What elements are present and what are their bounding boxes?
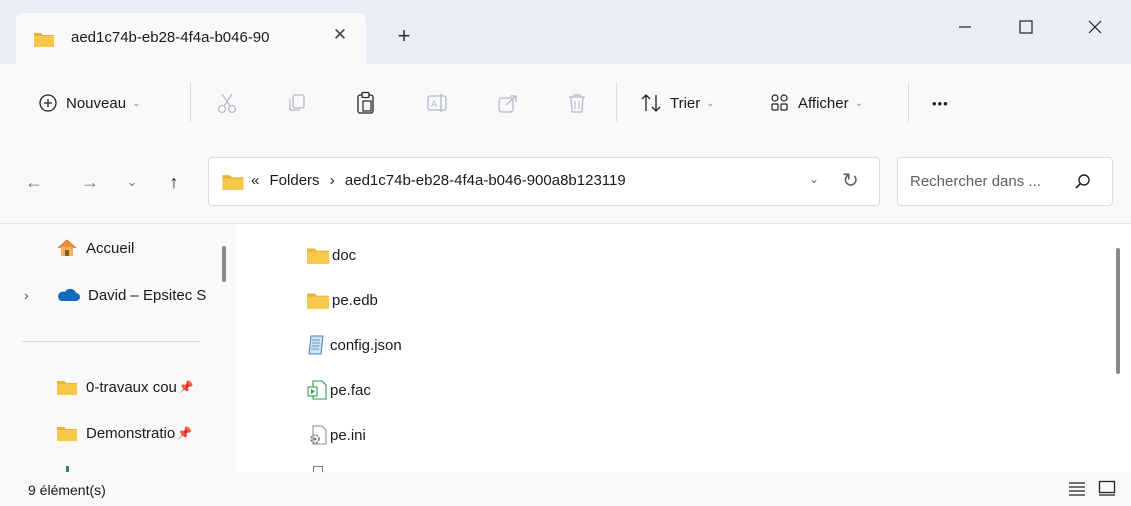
folder-icon [57,427,77,441]
list-item-file[interactable]: pe.fac [306,373,371,407]
copy-button[interactable] [286,64,308,142]
toolbar-divider [616,82,617,122]
file-name: pe.fac [330,381,371,399]
cloud-icon [58,288,80,301]
sidebar-item-label: David – Epsitec S [88,286,207,304]
sidebar-item-label: Accueil [86,239,135,257]
new-button[interactable]: Nouveau ⌄ [38,64,140,142]
tab-close-icon[interactable]: ✕ [328,23,352,47]
folder-icon [33,30,55,53]
view-grid-icon [771,94,788,111]
list-item-file[interactable]: pe.ini [306,418,366,452]
new-button-label: Nouveau [66,94,127,112]
sidebar-divider [22,341,200,342]
item-count: 9 élément(s) [28,482,106,498]
maximize-button[interactable] [1003,10,1049,44]
toolbar-divider [908,82,909,122]
sort-button[interactable]: Trier ⌄ [640,64,715,142]
json-file-icon [308,335,324,355]
plus-circle-icon [39,94,57,112]
tab-title: aed1c74b-eb28-4f4a-b046-90 [71,29,270,46]
chevron-down-icon: ⌄ [132,97,141,109]
settings-file-icon [310,425,327,445]
file-name: pe.ini [330,426,366,444]
folder-icon [221,172,245,196]
scissors-icon [217,93,237,114]
delete-button[interactable] [566,64,588,142]
chevron-down-icon: ⌄ [706,97,715,109]
share-button[interactable] [497,64,519,142]
recent-chevron-icon[interactable]: ⌄ [118,168,146,196]
sort-icon [641,94,661,112]
address-row: ← → ⌄ ↑ « Folders › aed1c74b-eb28-4f4a-b… [0,142,1131,224]
rename-button[interactable]: A [426,64,448,142]
home-icon [57,239,77,256]
share-icon [498,95,517,113]
back-arrow-icon[interactable]: ← [20,168,48,196]
search-icon [1074,173,1092,196]
navigation-pane-scrollbar[interactable] [222,246,226,282]
sort-label: Trier [670,94,701,112]
navigation-pane: Accueil › David – Epsitec S 0-travaux co… [0,224,236,472]
up-arrow-icon[interactable]: ↑ [160,168,188,196]
paste-button[interactable] [355,64,377,142]
cut-button[interactable] [216,64,238,142]
new-tab-button[interactable]: + [390,22,418,50]
svg-text:A: A [431,100,438,110]
search-input[interactable]: Rechercher dans ... [910,173,1041,190]
sidebar-item-onedrive[interactable]: › David – Epsitec S [24,278,229,312]
sidebar-item-folder[interactable]: Demonstratio 📌 [56,416,212,450]
file-list-scrollbar[interactable] [1116,248,1120,374]
search-box[interactable]: Rechercher dans ... [897,157,1113,206]
fac-file-icon [307,380,327,400]
more-options-button[interactable]: ••• [932,64,949,142]
breadcrumb: « Folders › aed1c74b-eb28-4f4a-b046-900a… [251,172,632,189]
address-bar[interactable]: « Folders › aed1c74b-eb28-4f4a-b046-900a… [208,157,880,206]
address-history-chevron-icon[interactable]: ⌄ [809,172,819,186]
minimize-button[interactable] [942,10,988,44]
pin-icon: 📌 [178,380,194,394]
tiles-view-icon[interactable] [1098,480,1116,501]
forward-arrow-icon[interactable]: → [76,168,104,196]
refresh-icon[interactable]: ↻ [842,168,859,193]
sidebar-item-label: 0-travaux cou [86,378,177,396]
view-label: Afficher [798,94,849,112]
breadcrumb-overflow[interactable]: « [251,172,259,189]
list-item-folder[interactable]: doc [306,238,356,272]
close-button[interactable] [1072,10,1118,44]
sidebar-item-label: Demonstratio [86,424,176,442]
file-name: pe.edb [332,291,378,309]
toolbar-divider [190,82,191,122]
sidebar-item-home[interactable]: Accueil [56,231,236,265]
file-name: config.json [330,336,402,354]
clipboard-icon [357,91,374,114]
folder-icon [307,293,329,309]
view-button[interactable]: Afficher ⌄ [770,64,863,142]
list-item-folder[interactable]: pe.edb [306,283,378,317]
breadcrumb-item-folders[interactable]: Folders [270,172,320,189]
folder-icon [307,248,329,264]
breadcrumb-item-current[interactable]: aed1c74b-eb28-4f4a-b046-900a8b123119 [345,172,626,189]
list-item-file[interactable]: config.json [306,328,402,362]
chevron-down-icon: ⌄ [854,97,863,109]
pin-icon: 📌 [177,426,193,440]
folder-icon [57,381,77,395]
rename-icon: A [427,94,447,112]
trash-icon [569,94,585,113]
copy-icon [289,94,305,111]
tab-current-folder[interactable]: aed1c74b-eb28-4f4a-b046-90 ✕ [16,13,366,64]
breadcrumb-separator[interactable]: › [330,172,335,189]
file-list: doc pe.edb config.json pe.fac pe.ini [236,224,1131,472]
more-icon: ••• [932,95,949,111]
command-bar: Nouveau ⌄ A Trier ⌄ Afficher ⌄ ••• [0,64,1131,142]
status-bar: 9 élément(s) [0,472,1131,506]
details-view-icon[interactable] [1068,480,1086,501]
expand-chevron-icon[interactable]: › [24,287,56,303]
file-name: doc [332,246,357,264]
title-bar: aed1c74b-eb28-4f4a-b046-90 ✕ + [0,0,1131,64]
sidebar-item-folder[interactable]: 0-travaux cou 📌 [56,370,212,404]
